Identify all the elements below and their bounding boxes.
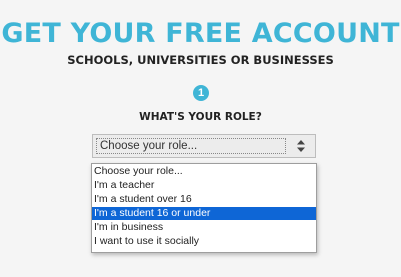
role-option[interactable]: I'm a student over 16 bbox=[92, 193, 316, 206]
role-option[interactable]: I want to use it socially bbox=[92, 235, 316, 248]
signup-page: GET YOUR FREE ACCOUNT SCHOOLS, UNIVERSIT… bbox=[0, 0, 401, 277]
role-select[interactable]: Choose your role... bbox=[92, 134, 316, 158]
role-option-highlighted[interactable]: I'm a student 16 or under bbox=[92, 207, 316, 220]
role-select-value: Choose your role... bbox=[96, 138, 286, 154]
page-title: GET YOUR FREE ACCOUNT bbox=[1, 18, 400, 49]
step-question: WHAT'S YOUR ROLE? bbox=[139, 111, 262, 123]
page-subtitle: SCHOOLS, UNIVERSITIES OR BUSINESSES bbox=[67, 53, 334, 67]
role-option[interactable]: I'm in business bbox=[92, 221, 316, 234]
role-dropdown-list: Choose your role... I'm a teacher I'm a … bbox=[91, 163, 317, 253]
role-option[interactable]: Choose your role... bbox=[92, 165, 316, 178]
up-down-arrows-icon bbox=[297, 140, 305, 152]
step-number-badge: 1 bbox=[193, 85, 209, 101]
role-option[interactable]: I'm a teacher bbox=[92, 179, 316, 192]
